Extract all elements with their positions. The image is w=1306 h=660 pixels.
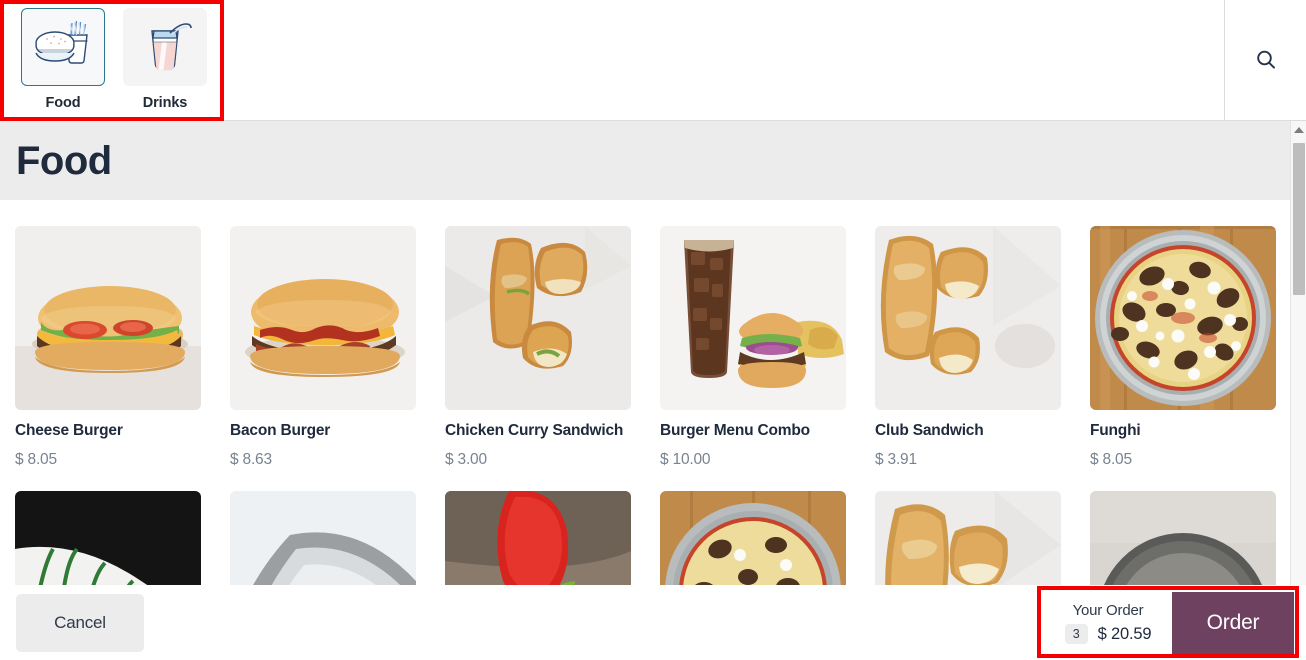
- club-sandwich-photo: [875, 226, 1061, 410]
- product-card[interactable]: [445, 490, 631, 585]
- product-grid: Cheese Burger $ 8.05 Bacon Burger $ 8.63…: [0, 200, 1290, 585]
- product-price: $ 8.05: [1090, 450, 1132, 468]
- sushi-rolls-photo: [15, 490, 201, 585]
- product-price: $ 3.91: [875, 450, 917, 468]
- product-scroll-area[interactable]: Cheese Burger $ 8.05 Bacon Burger $ 8.63…: [0, 200, 1290, 585]
- order-item-count-badge: 3: [1064, 623, 1088, 645]
- order-area: Your Order 3 $ 20.59 Order: [1044, 592, 1294, 654]
- order-summary[interactable]: Your Order 3 $ 20.59: [1044, 592, 1172, 654]
- product-name: Chicken Curry Sandwich: [445, 422, 624, 439]
- vertical-scrollbar[interactable]: [1290, 121, 1306, 660]
- product-card[interactable]: [875, 490, 1061, 585]
- order-summary-title: Your Order: [1072, 601, 1144, 619]
- action-bar: Cancel Your Order 3 $ 20.59 Order: [0, 585, 1306, 660]
- search-icon: [1255, 49, 1277, 76]
- order-kiosk-screen: Food Drinks Food Cheese Burger $ 8.05 Ba…: [0, 0, 1306, 660]
- caret-up-icon: [1294, 126, 1304, 133]
- search-button[interactable]: [1246, 42, 1286, 82]
- cheese-burger-photo: [15, 226, 201, 410]
- cancel-button[interactable]: Cancel: [16, 593, 144, 652]
- product-price: $ 10.00: [660, 450, 711, 468]
- burger-menu-combo-photo: [660, 226, 846, 410]
- order-button[interactable]: Order: [1172, 592, 1294, 654]
- bacon-burger-photo: [230, 226, 416, 410]
- category-label-drinks: Drinks: [142, 95, 188, 111]
- wrap-sandwich-photo: [875, 490, 1061, 585]
- drink-cup-icon: [136, 18, 194, 77]
- pizza-photo: [660, 490, 846, 585]
- product-card[interactable]: [15, 490, 201, 585]
- product-card[interactable]: Burger Menu Combo $ 10.00: [660, 226, 846, 469]
- funghi-pizza-photo: [1090, 226, 1276, 410]
- product-card[interactable]: Bacon Burger $ 8.63: [230, 226, 416, 469]
- category-tab-drinks[interactable]: Drinks: [116, 8, 214, 111]
- category-thumb-food: [21, 8, 105, 86]
- product-card[interactable]: Club Sandwich $ 3.91: [875, 226, 1061, 469]
- product-price: $ 8.63: [230, 450, 272, 468]
- product-name: Cheese Burger: [15, 422, 123, 439]
- product-card[interactable]: [230, 490, 416, 585]
- page-title-band: Food: [0, 121, 1290, 200]
- product-price: $ 3.00: [445, 450, 487, 468]
- order-summary-row: 3 $ 20.59: [1064, 623, 1152, 645]
- salmon-nigiri-photo: [230, 490, 416, 585]
- category-tab-food[interactable]: Food: [14, 8, 112, 111]
- product-card[interactable]: Funghi $ 8.05: [1090, 226, 1276, 469]
- product-card[interactable]: [660, 490, 846, 585]
- product-name: Club Sandwich: [875, 422, 984, 439]
- pasta-bowl-photo: [1090, 490, 1276, 585]
- product-price: $ 8.05: [15, 450, 57, 468]
- category-thumb-drinks: [123, 8, 207, 86]
- chicken-curry-sandwich-photo: [445, 226, 631, 410]
- product-name: Burger Menu Combo: [660, 422, 810, 439]
- category-tab-strip: Food Drinks: [0, 0, 218, 120]
- product-card[interactable]: Chicken Curry Sandwich $ 3.00: [445, 226, 631, 469]
- app-header: Food Drinks: [0, 0, 1306, 121]
- header-divider: [1224, 0, 1225, 120]
- category-label-food: Food: [45, 95, 81, 111]
- nori-roll-photo: [445, 490, 631, 585]
- page-title: Food: [16, 138, 112, 183]
- product-name: Funghi: [1090, 422, 1141, 439]
- order-total-amount: $ 20.59: [1097, 624, 1152, 643]
- burger-fries-icon: [32, 19, 94, 76]
- scroll-up-button[interactable]: [1291, 121, 1306, 138]
- scrollbar-thumb[interactable]: [1293, 143, 1305, 295]
- product-card[interactable]: [1090, 490, 1276, 585]
- product-name: Bacon Burger: [230, 422, 331, 439]
- product-card[interactable]: Cheese Burger $ 8.05: [15, 226, 201, 469]
